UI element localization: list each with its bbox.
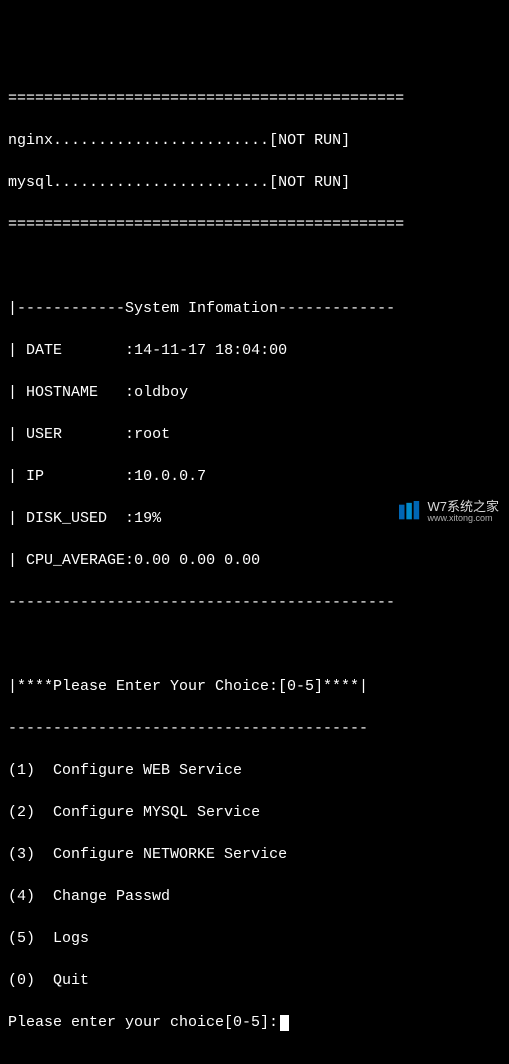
divider-top: ========================================… bbox=[8, 88, 501, 109]
blank-line bbox=[8, 634, 501, 655]
menu-item-logs: (5) Logs bbox=[8, 928, 501, 949]
service-status: [NOT RUN] bbox=[269, 130, 350, 151]
sysinfo-header: |------------System Infomation----------… bbox=[8, 298, 501, 319]
menu-item-mysql: (2) Configure MYSQL Service bbox=[8, 802, 501, 823]
choice-prompt-header: |****Please Enter Your Choice:[0-5]****| bbox=[8, 676, 501, 697]
service-dots: ........................ bbox=[53, 172, 269, 193]
service-status: [NOT RUN] bbox=[269, 172, 350, 193]
menu-item-web: (1) Configure WEB Service bbox=[8, 760, 501, 781]
blank-line bbox=[8, 256, 501, 277]
service-dots: ........................ bbox=[53, 130, 269, 151]
service-row: mysql........................[NOT RUN] bbox=[8, 172, 501, 193]
watermark: W7系统之家 www.xitong.com bbox=[399, 500, 499, 524]
sysinfo-date: | DATE :14-11-17 18:04:00 bbox=[8, 340, 501, 361]
cursor-icon bbox=[280, 1015, 289, 1031]
service-name: mysql bbox=[8, 172, 53, 193]
divider-mid: ========================================… bbox=[8, 214, 501, 235]
sysinfo-hostname: | HOSTNAME :oldboy bbox=[8, 382, 501, 403]
choice-divider: ---------------------------------------- bbox=[8, 718, 501, 739]
sysinfo-footer: ----------------------------------------… bbox=[8, 592, 501, 613]
sysinfo-ip: | IP :10.0.0.7 bbox=[8, 466, 501, 487]
watermark-title: W7系统之家 bbox=[427, 500, 499, 514]
menu-item-passwd: (4) Change Passwd bbox=[8, 886, 501, 907]
sysinfo-user: | USER :root bbox=[8, 424, 501, 445]
watermark-url: www.xitong.com bbox=[427, 514, 499, 524]
sysinfo-cpu: | CPU_AVERAGE:0.00 0.00 0.00 bbox=[8, 550, 501, 571]
input-prompt-line[interactable]: Please enter your choice[0-5]: bbox=[8, 1012, 501, 1033]
menu-item-quit: (0) Quit bbox=[8, 970, 501, 991]
input-prompt-text: Please enter your choice[0-5]: bbox=[8, 1012, 278, 1033]
service-name: nginx bbox=[8, 130, 53, 151]
menu-item-network: (3) Configure NETWORKE Service bbox=[8, 844, 501, 865]
service-row: nginx........................[NOT RUN] bbox=[8, 130, 501, 151]
watermark-logo-icon bbox=[399, 501, 421, 523]
